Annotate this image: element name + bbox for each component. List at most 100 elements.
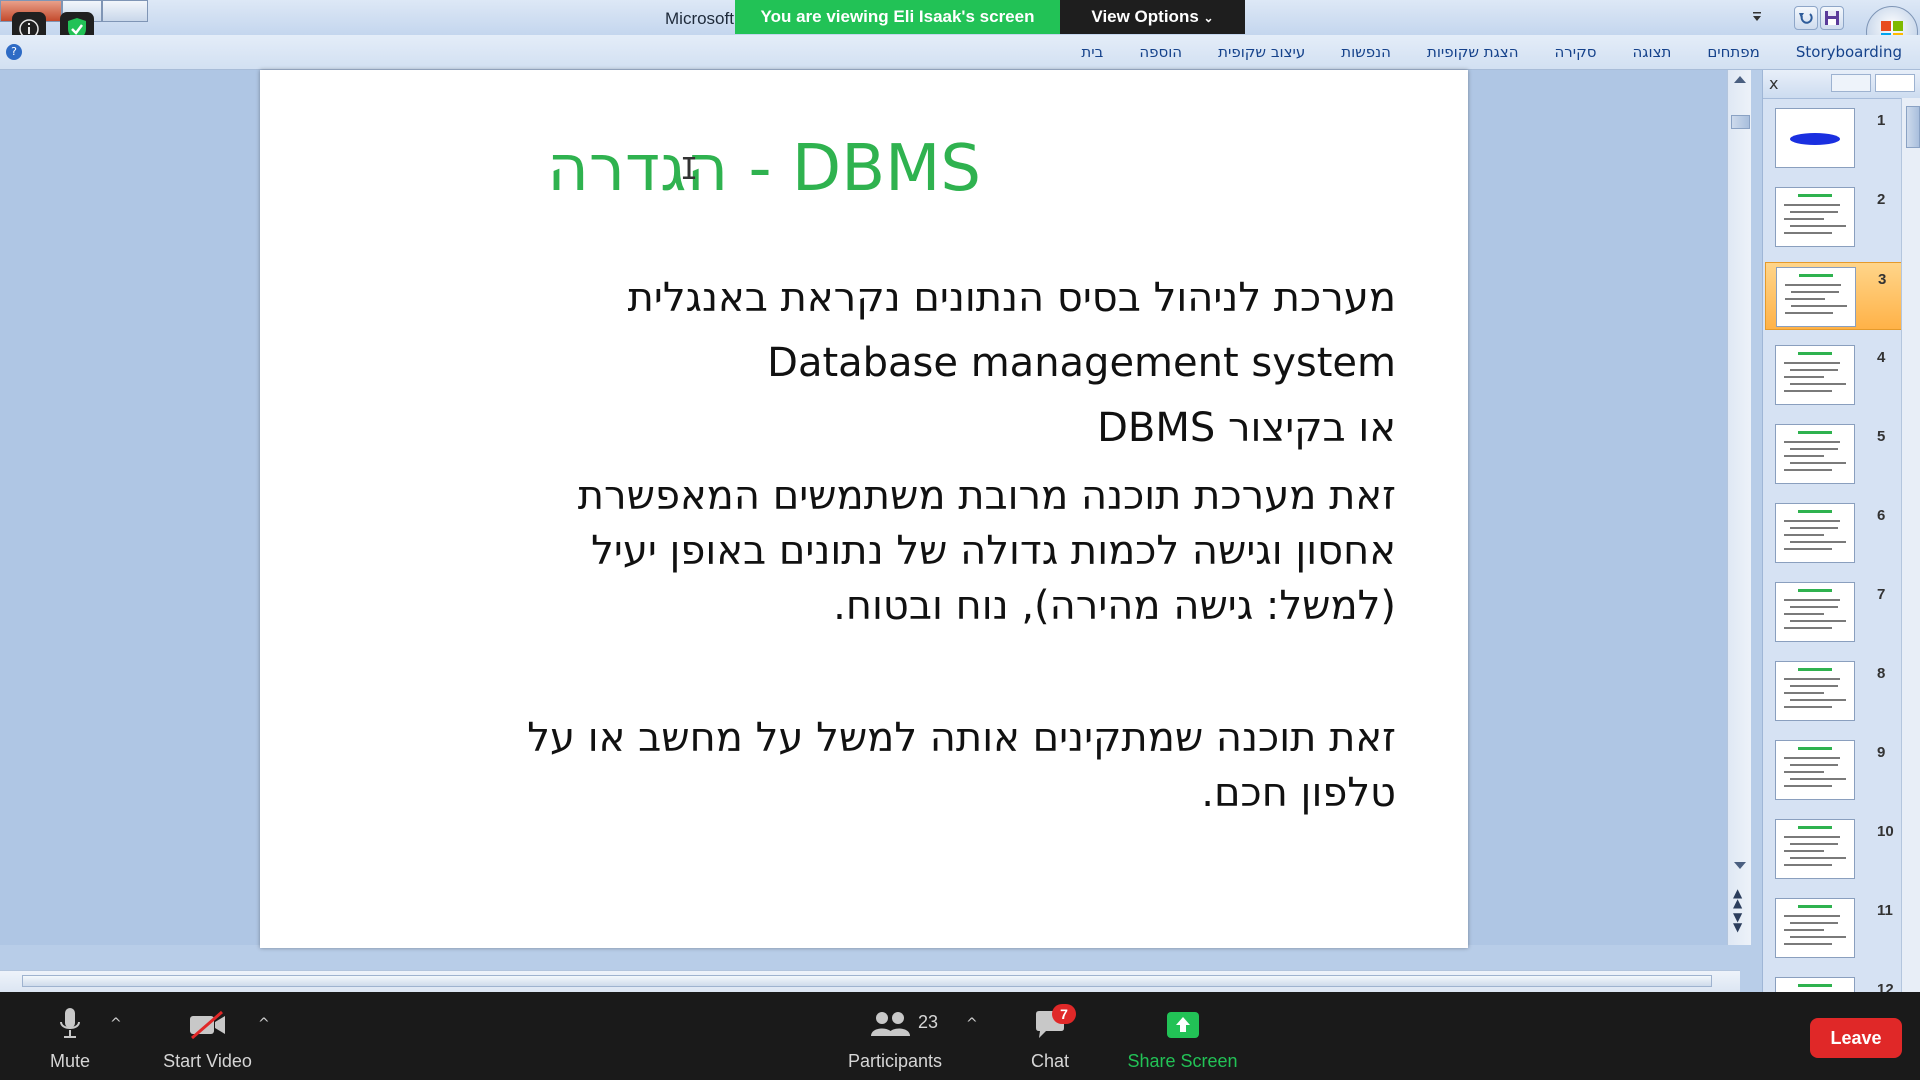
editor-scroll-thumb[interactable]: [1731, 115, 1750, 129]
ribbon-tab-1[interactable]: בית: [1063, 35, 1121, 69]
outline-tab[interactable]: [1831, 74, 1871, 92]
slide-canvas[interactable]: הגדרה - DBMS I מערכת לניהול בסיס הנתונים…: [260, 70, 1468, 948]
ribbon-tab-2[interactable]: הוספה: [1121, 35, 1200, 69]
thumbnail-title-mark: [1799, 274, 1833, 277]
thumbnail-text-mark: [1790, 606, 1838, 608]
chat-button[interactable]: 7 Chat: [1010, 992, 1090, 1080]
slides-tab[interactable]: [1875, 74, 1915, 92]
slide-title[interactable]: הגדרה - DBMS: [260, 132, 1268, 206]
scroll-down-icon[interactable]: [1734, 862, 1746, 869]
thumbnail-preview: [1775, 819, 1855, 879]
minimize-window-button[interactable]: [102, 0, 148, 22]
slide-thumbnail-3[interactable]: 3: [1765, 262, 1903, 330]
slide-thumbnail-8[interactable]: 8: [1765, 657, 1903, 725]
thumbnail-scrollbar[interactable]: [1901, 98, 1920, 992]
thumbnail-text-mark: [1784, 441, 1840, 443]
close-pane-icon[interactable]: x: [1769, 74, 1778, 93]
editor-vertical-scrollbar[interactable]: ▲ ▲ ▼ ▼: [1727, 70, 1751, 945]
slide-body-line-7[interactable]: זאת תוכנה שמתקינים אותה למשל על מחשב או …: [527, 715, 1396, 761]
slide-body-line-8[interactable]: טלפון חכם.: [1201, 770, 1396, 816]
thumbnail-text-mark: [1785, 284, 1841, 286]
thumbnail-text-mark: [1784, 706, 1832, 708]
text-cursor-icon: I: [680, 152, 699, 187]
slide-thumbnail-11[interactable]: 11: [1765, 894, 1903, 962]
slide-thumbnail-2[interactable]: 2: [1765, 183, 1903, 251]
thumbnail-title-mark: [1798, 984, 1832, 987]
horizontal-scroll-thumb[interactable]: [22, 975, 1712, 987]
thumbnail-title-mark: [1798, 352, 1832, 355]
slide-body-line-1[interactable]: מערכת לניהול בסיס הנתונים נקראת באנגלית: [628, 275, 1396, 321]
ribbon-tab-7[interactable]: תצוגה: [1615, 35, 1690, 69]
ribbon-tab-4[interactable]: הנפשות: [1323, 35, 1409, 69]
thumbnail-preview: [1775, 661, 1855, 721]
thumbnail-text-mark: [1784, 785, 1832, 787]
thumbnail-preview: [1775, 740, 1855, 800]
slide-body-line-2[interactable]: Database management system: [767, 340, 1396, 386]
start-video-button[interactable]: Start Video: [150, 992, 265, 1080]
slide-thumbnail-6[interactable]: 6: [1765, 499, 1903, 567]
thumbnail-title-mark: [1798, 668, 1832, 671]
previous-slide-icon[interactable]: ▲ ▲: [1733, 887, 1742, 909]
slide-number: 5: [1877, 428, 1886, 445]
thumbnail-preview: [1775, 424, 1855, 484]
slide-body-line-6[interactable]: (למשל: גישה מהירה), נוח ובטוח.: [833, 583, 1396, 629]
slides-thumbnail-pane: x 1 2 3 4 5 6 7 8 9 10 11 12: [1762, 70, 1920, 1037]
ribbon-tab-5[interactable]: הצגת שקופיות: [1409, 35, 1537, 69]
mute-button[interactable]: Mute: [30, 992, 110, 1080]
thumbnail-title-mark: [1798, 431, 1832, 434]
slide-number: 8: [1877, 665, 1886, 682]
thumbnail-text-mark: [1784, 771, 1824, 773]
help-icon[interactable]: ?: [6, 44, 22, 60]
thumbnail-text-mark: [1790, 620, 1846, 622]
slide-body-line-4[interactable]: זאת מערכת תוכנה מרובת משתמשים המאפשרת: [578, 473, 1396, 519]
participants-button[interactable]: 23 Participants: [840, 992, 950, 1080]
thumbnail-text-mark: [1784, 599, 1840, 601]
undo-icon[interactable]: [1794, 6, 1818, 30]
share-screen-button[interactable]: Share Screen: [1120, 992, 1245, 1080]
slide-number: 4: [1877, 349, 1886, 366]
thumbnail-text-mark: [1784, 613, 1824, 615]
thumbnail-preview: [1776, 267, 1856, 327]
ribbon-tabs: בית הוספה עיצוב שקופית הנפשות הצגת שקופיות סק…: [1063, 35, 1920, 69]
ribbon-tab-6[interactable]: סקירה: [1537, 35, 1615, 69]
slide-thumbnail-9[interactable]: 9: [1765, 736, 1903, 804]
editor-horizontal-scrollbar[interactable]: [0, 970, 1740, 993]
view-options-label: View Options: [1091, 7, 1199, 26]
slide-thumbnail-10[interactable]: 10: [1765, 815, 1903, 883]
viewing-screen-banner: You are viewing Eli Isaak's screen: [735, 0, 1060, 34]
thumbnail-text-mark: [1784, 362, 1840, 364]
ribbon-tab-9[interactable]: Storyboarding: [1778, 35, 1920, 69]
thumbnail-scroll-thumb[interactable]: [1906, 106, 1920, 148]
save-icon[interactable]: [1820, 6, 1844, 30]
thumbnail-text-mark: [1790, 843, 1838, 845]
thumbnail-text-mark: [1790, 936, 1846, 938]
slide-number: 1: [1877, 112, 1886, 129]
thumbnail-text-mark: [1784, 469, 1832, 471]
slide-body-line-3[interactable]: או בקיצור DBMS: [1097, 405, 1396, 451]
thumbnail-text-mark: [1784, 204, 1840, 206]
thumbnail-text-mark: [1784, 455, 1824, 457]
participants-icon: [871, 1012, 910, 1036]
slide-thumbnail-7[interactable]: 7: [1765, 578, 1903, 646]
thumbnail-title-mark: [1798, 826, 1832, 829]
slide-thumbnail-1[interactable]: 1: [1765, 104, 1903, 172]
audio-options-caret[interactable]: ^: [110, 1016, 122, 1032]
slide-number: 6: [1877, 507, 1886, 524]
participants-label: Participants: [847, 1051, 943, 1071]
slide-thumbnail-5[interactable]: 5: [1765, 420, 1903, 488]
qat-dropdown-icon[interactable]: [1750, 6, 1764, 30]
scroll-up-icon[interactable]: [1734, 76, 1746, 83]
video-options-caret[interactable]: ^: [258, 1016, 270, 1032]
thumbnail-graphic: [1790, 133, 1840, 145]
slide-body-line-5[interactable]: אחסון וגישה לכמות גדולה של נתונים באופן …: [591, 528, 1396, 574]
next-slide-icon[interactable]: ▼ ▼: [1733, 911, 1742, 933]
ribbon-tab-3[interactable]: עיצוב שקופית: [1200, 35, 1323, 69]
slide-thumbnail-4[interactable]: 4: [1765, 341, 1903, 409]
thumbnail-text-mark: [1784, 627, 1832, 629]
ribbon-tab-8[interactable]: מפתחים: [1689, 35, 1778, 69]
leave-meeting-button[interactable]: Leave: [1810, 1018, 1902, 1058]
thumbnail-text-mark: [1784, 218, 1824, 220]
thumbnail-text-mark: [1790, 857, 1846, 859]
participants-options-caret[interactable]: ^: [966, 1016, 978, 1032]
view-options-dropdown[interactable]: View Options ⌄: [1060, 0, 1245, 34]
